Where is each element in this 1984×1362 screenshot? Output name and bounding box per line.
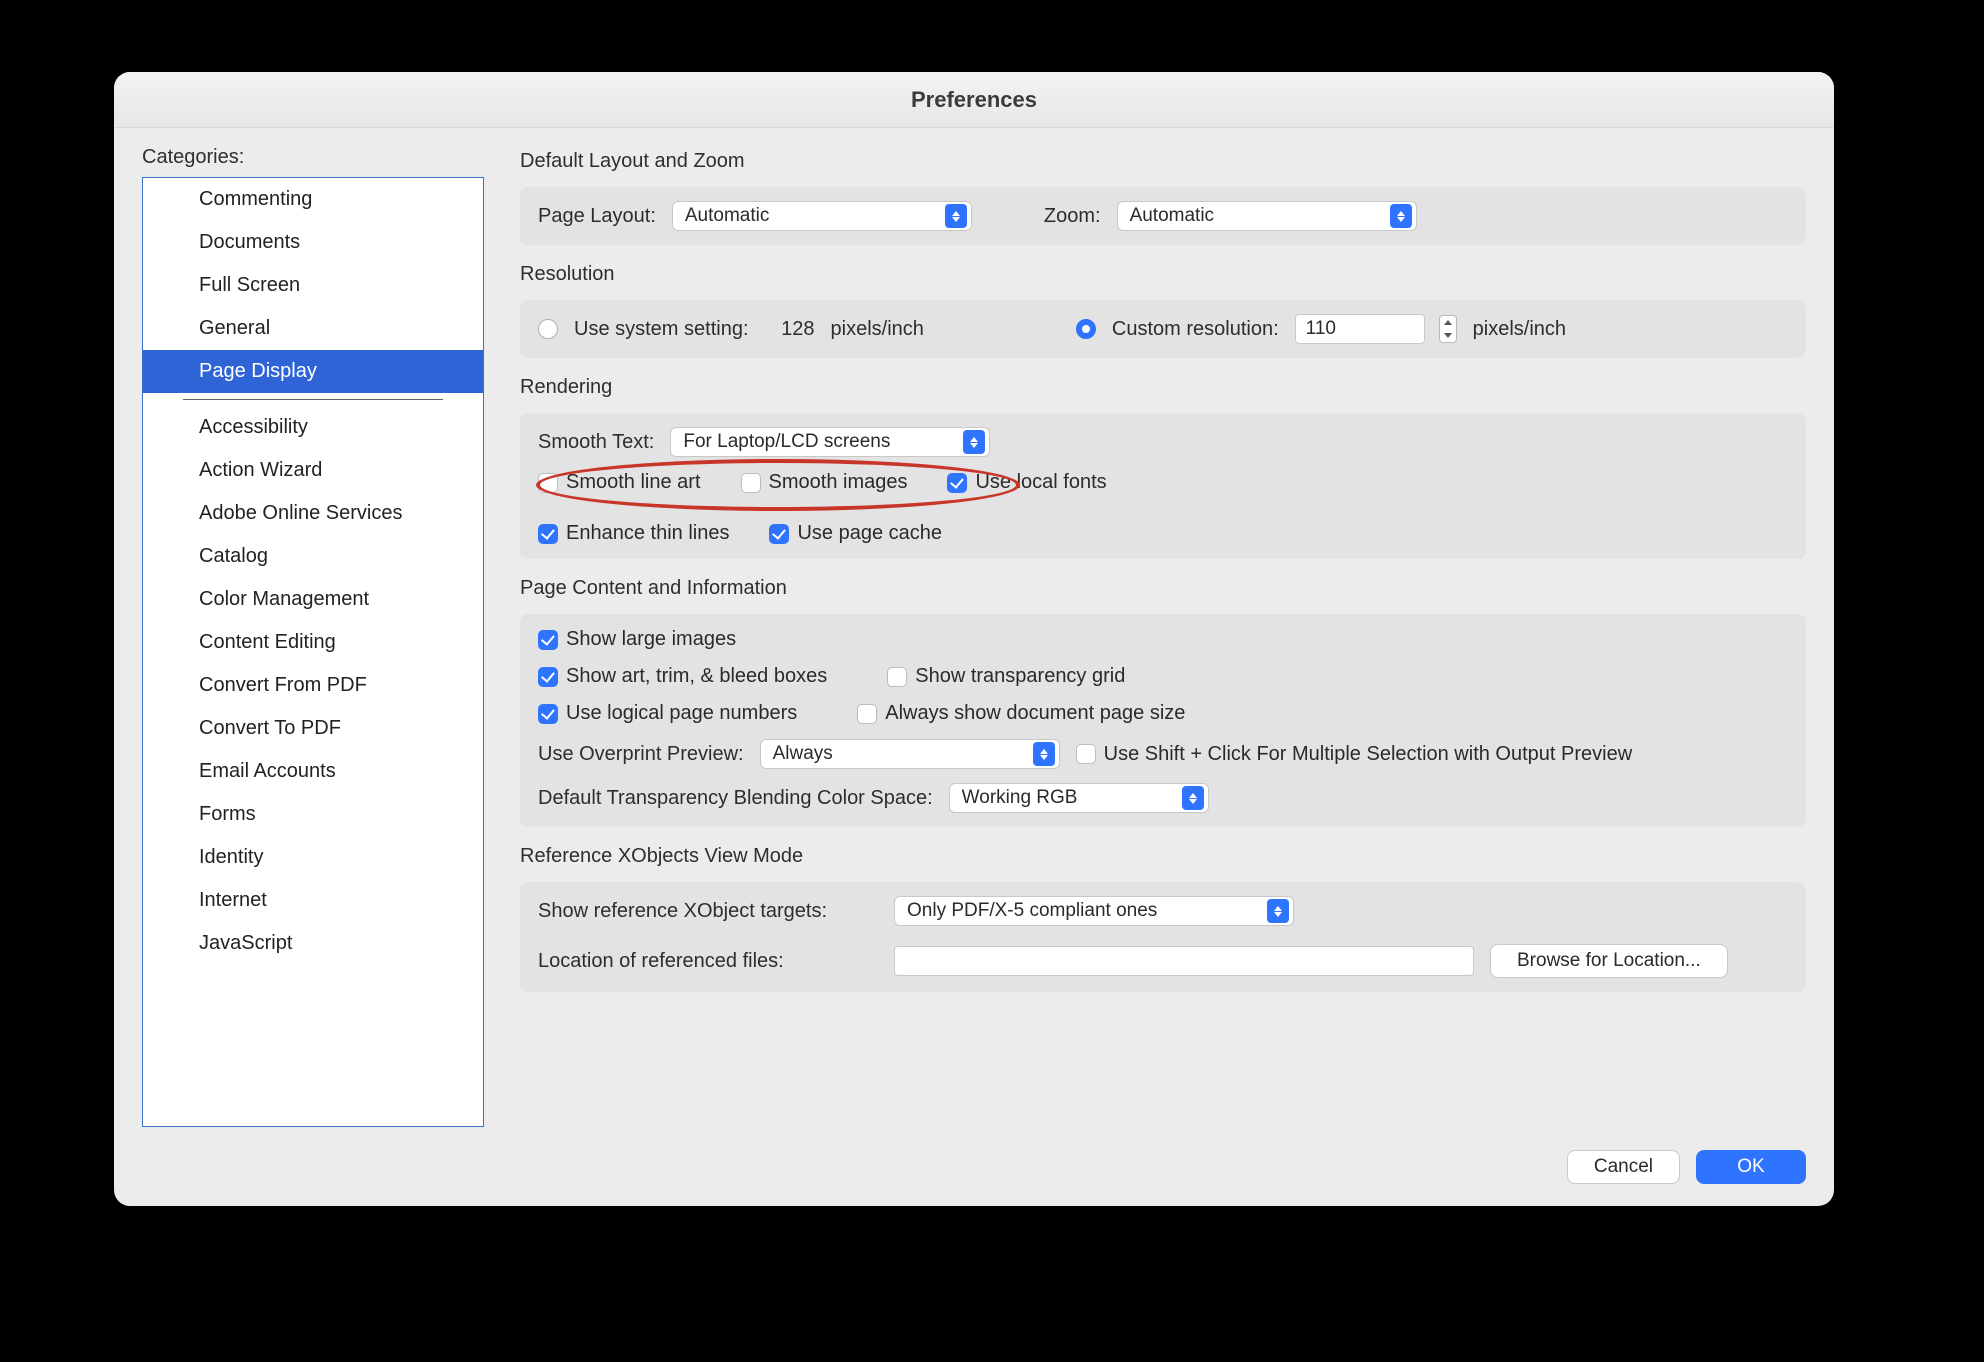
sidebar-item-content-editing[interactable]: Content Editing [143, 621, 483, 664]
smooth-text-label: Smooth Text: [538, 431, 654, 454]
smooth-line-art-label: Smooth line art [566, 471, 701, 494]
targets-label: Show reference XObject targets: [538, 900, 878, 923]
sidebar-item-javascript[interactable]: JavaScript [143, 922, 483, 965]
preferences-window: Preferences Categories: Commenting Docum… [114, 72, 1834, 1206]
select-arrows-icon [1033, 742, 1055, 766]
enhance-thin-lines-checkbox[interactable] [538, 524, 558, 544]
blend-label: Default Transparency Blending Color Spac… [538, 787, 933, 810]
use-system-label: Use system setting: [574, 318, 749, 341]
sidebar-item-identity[interactable]: Identity [143, 836, 483, 879]
show-transparency-label: Show transparency grid [915, 665, 1125, 688]
sidebar: Categories: Commenting Documents Full Sc… [142, 146, 484, 1126]
show-large-images-label: Show large images [566, 628, 736, 651]
blend-select[interactable]: Working RGB [949, 783, 1209, 813]
page-layout-select[interactable]: Automatic [672, 201, 972, 231]
section-page-content-title: Page Content and Information [520, 577, 1806, 600]
sidebar-item-convert-from-pdf[interactable]: Convert From PDF [143, 664, 483, 707]
enhance-thin-lines-label: Enhance thin lines [566, 522, 729, 545]
use-page-cache-checkbox[interactable] [769, 524, 789, 544]
sidebar-separator [183, 399, 443, 400]
zoom-label: Zoom: [1044, 205, 1101, 228]
sidebar-item-adobe-online-services[interactable]: Adobe Online Services [143, 492, 483, 535]
custom-resolution-stepper[interactable] [1439, 315, 1457, 343]
overprint-select[interactable]: Always [760, 739, 1060, 769]
custom-resolution-field[interactable]: 110 [1295, 314, 1425, 344]
categories-list[interactable]: Commenting Documents Full Screen General… [142, 177, 484, 1127]
page-layout-label: Page Layout: [538, 205, 656, 228]
blend-value: Working RGB [962, 787, 1078, 809]
page-layout-value: Automatic [685, 205, 769, 227]
use-system-radio[interactable] [538, 319, 558, 339]
panel-page-content: Show large images Show art, trim, & blee… [520, 614, 1806, 827]
always-show-size-label: Always show document page size [885, 702, 1185, 725]
sidebar-item-catalog[interactable]: Catalog [143, 535, 483, 578]
smooth-text-value: For Laptop/LCD screens [683, 431, 890, 453]
panel-rendering: Smooth Text: For Laptop/LCD screens Smoo… [520, 413, 1806, 559]
section-resolution-title: Resolution [520, 263, 1806, 286]
use-logical-checkbox[interactable] [538, 704, 558, 724]
show-large-images-checkbox[interactable] [538, 630, 558, 650]
sidebar-heading: Categories: [142, 146, 484, 169]
content-area: Categories: Commenting Documents Full Sc… [114, 128, 1834, 1126]
custom-resolution-label: Custom resolution: [1112, 318, 1279, 341]
overprint-value: Always [773, 743, 833, 765]
cancel-button[interactable]: Cancel [1567, 1150, 1680, 1184]
sidebar-item-page-display[interactable]: Page Display [143, 350, 483, 393]
custom-resolution-radio[interactable] [1076, 319, 1096, 339]
use-logical-label: Use logical page numbers [566, 702, 797, 725]
zoom-select[interactable]: Automatic [1117, 201, 1417, 231]
smooth-images-label: Smooth images [769, 471, 908, 494]
panel-resolution: Use system setting: 128 pixels/inch Cust… [520, 300, 1806, 358]
smooth-text-select[interactable]: For Laptop/LCD screens [670, 427, 990, 457]
footer-buttons: Cancel OK [1567, 1150, 1806, 1184]
overprint-label: Use Overprint Preview: [538, 743, 744, 766]
select-arrows-icon [1182, 786, 1204, 810]
smooth-images-checkbox[interactable] [741, 473, 761, 493]
ok-button[interactable]: OK [1696, 1150, 1806, 1184]
titlebar: Preferences [114, 72, 1834, 128]
section-layout-zoom-title: Default Layout and Zoom [520, 150, 1806, 173]
smooth-line-art-checkbox[interactable] [538, 473, 558, 493]
browse-location-button[interactable]: Browse for Location... [1490, 944, 1728, 978]
sidebar-item-commenting[interactable]: Commenting [143, 178, 483, 221]
select-arrows-icon [1390, 204, 1412, 228]
show-transparency-checkbox[interactable] [887, 667, 907, 687]
sidebar-item-email-accounts[interactable]: Email Accounts [143, 750, 483, 793]
sidebar-item-general[interactable]: General [143, 307, 483, 350]
sidebar-item-action-wizard[interactable]: Action Wizard [143, 449, 483, 492]
window-title: Preferences [911, 87, 1037, 113]
sidebar-item-color-management[interactable]: Color Management [143, 578, 483, 621]
sidebar-item-full-screen[interactable]: Full Screen [143, 264, 483, 307]
sidebar-item-documents[interactable]: Documents [143, 221, 483, 264]
select-arrows-icon [963, 430, 985, 454]
section-xobjects-title: Reference XObjects View Mode [520, 845, 1806, 868]
panel-layout-zoom: Page Layout: Automatic Zoom: Automatic [520, 187, 1806, 245]
select-arrows-icon [1267, 899, 1289, 923]
section-rendering-title: Rendering [520, 376, 1806, 399]
use-local-fonts-label: Use local fonts [975, 471, 1106, 494]
sidebar-item-accessibility[interactable]: Accessibility [143, 406, 483, 449]
panel-xobjects: Show reference XObject targets: Only PDF… [520, 882, 1806, 992]
select-arrows-icon [945, 204, 967, 228]
unit-label-2: pixels/inch [1473, 318, 1566, 341]
sidebar-item-convert-to-pdf[interactable]: Convert To PDF [143, 707, 483, 750]
show-art-trim-checkbox[interactable] [538, 667, 558, 687]
unit-label-1: pixels/inch [831, 318, 924, 341]
use-system-value: 128 [765, 318, 815, 341]
targets-value: Only PDF/X-5 compliant ones [907, 900, 1157, 922]
shift-click-checkbox[interactable] [1076, 744, 1096, 764]
always-show-size-checkbox[interactable] [857, 704, 877, 724]
sidebar-item-forms[interactable]: Forms [143, 793, 483, 836]
shift-click-label: Use Shift + Click For Multiple Selection… [1104, 743, 1633, 766]
show-art-trim-label: Show art, trim, & bleed boxes [566, 665, 827, 688]
main-panel: Default Layout and Zoom Page Layout: Aut… [484, 146, 1806, 1126]
targets-select[interactable]: Only PDF/X-5 compliant ones [894, 896, 1294, 926]
location-label: Location of referenced files: [538, 950, 878, 973]
location-field[interactable] [894, 946, 1474, 976]
use-page-cache-label: Use page cache [797, 522, 942, 545]
sidebar-item-internet[interactable]: Internet [143, 879, 483, 922]
zoom-value: Automatic [1130, 205, 1214, 227]
use-local-fonts-checkbox[interactable] [947, 473, 967, 493]
